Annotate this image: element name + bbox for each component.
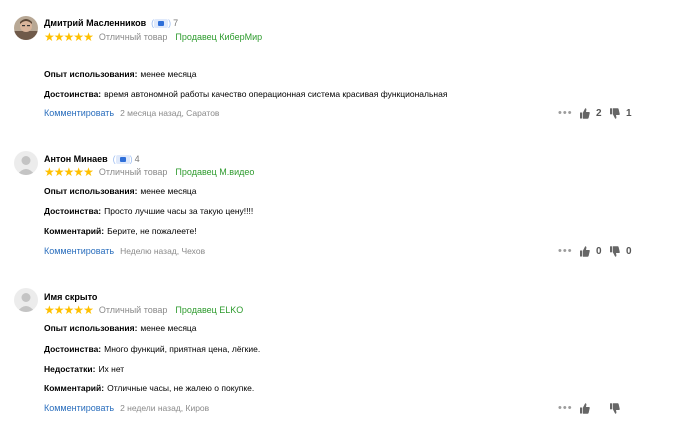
comment-value: Берите, не пожалеете! bbox=[107, 226, 197, 236]
seller-link[interactable]: Продавец КиберМир bbox=[175, 32, 262, 42]
comment-link[interactable]: Комментировать bbox=[44, 245, 114, 257]
experience-value: менее месяца bbox=[140, 69, 197, 79]
likes-count: 0 bbox=[596, 245, 602, 257]
rating-text: Отличный товар bbox=[98, 305, 168, 315]
thumbs-down-icon[interactable] bbox=[610, 402, 620, 414]
comment-label: Комментарий: bbox=[44, 226, 105, 236]
star-icon: ★ bbox=[63, 30, 75, 44]
experience-field: Опыт использования: менее месяца bbox=[44, 323, 197, 334]
review-actions: ••• 0 0 bbox=[558, 245, 640, 257]
thumbs-up-icon[interactable] bbox=[580, 402, 590, 414]
review-meta: Неделю назад, Чехов bbox=[120, 246, 206, 256]
review-meta: 2 недели назад, Киров bbox=[120, 403, 210, 413]
author-name: Имя скрыто bbox=[44, 292, 98, 302]
expert-badge-icon[interactable]: () bbox=[113, 154, 133, 164]
more-options-icon[interactable]: ••• bbox=[558, 245, 580, 257]
comment-field: Комментарий: Берите, не пожалеете! bbox=[44, 226, 197, 237]
author-name[interactable]: Дмитрий Масленников bbox=[44, 18, 146, 28]
rating-stars: ★ ★ ★ ★ ★ bbox=[44, 303, 94, 317]
rating-line: ★ ★ ★ ★ ★ Отличный товар Продавец ELKO bbox=[44, 304, 243, 316]
star-icon: ★ bbox=[83, 165, 94, 179]
star-icon: ★ bbox=[73, 30, 84, 44]
more-options-icon[interactable]: ••• bbox=[558, 107, 580, 119]
more-options-icon[interactable]: ••• bbox=[558, 402, 580, 414]
star-icon: ★ bbox=[53, 303, 65, 317]
author-line: Антон Минаев () 4 bbox=[44, 153, 140, 165]
badge-count: 4 bbox=[134, 154, 140, 164]
experience-value: менее месяца bbox=[140, 323, 197, 333]
cons-label: Недостатки: bbox=[44, 364, 96, 374]
experience-label: Опыт использования: bbox=[44, 186, 138, 196]
star-icon: ★ bbox=[44, 30, 55, 44]
author-name[interactable]: Антон Минаев bbox=[44, 154, 108, 164]
pros-value: время автономной работы качество операци… bbox=[104, 89, 448, 99]
star-icon: ★ bbox=[63, 303, 75, 317]
review-footer: Комментировать Неделю назад, Чехов bbox=[44, 245, 205, 257]
likes-count: 2 bbox=[596, 107, 602, 119]
pros-field: Достоинства: Много функций, приятная цена… bbox=[44, 344, 260, 355]
thumbs-down-icon[interactable] bbox=[610, 107, 620, 119]
comment-field: Комментарий: Отличные часы, не жалею о по… bbox=[44, 383, 254, 394]
star-icon: ★ bbox=[83, 30, 94, 44]
badge-count: 7 bbox=[173, 18, 179, 28]
photo-avatar-icon[interactable] bbox=[14, 16, 38, 40]
review-actions: ••• bbox=[558, 402, 640, 414]
pros-label: Достоинства: bbox=[44, 89, 102, 99]
rating-stars: ★ ★ ★ ★ ★ bbox=[44, 165, 94, 179]
rating-line: ★ ★ ★ ★ ★ Отличный товар Продавец М.видео bbox=[44, 166, 254, 178]
cons-value: Их нет bbox=[98, 364, 125, 374]
review-footer: Комментировать 2 месяца назад, Саратов bbox=[44, 107, 219, 119]
pros-field: Достоинства: время автономной работы каче… bbox=[44, 89, 447, 100]
thumbs-up-icon[interactable] bbox=[580, 245, 590, 257]
pros-value: Много функций, приятная цена, лёгкие. bbox=[104, 344, 261, 354]
comment-value: Отличные часы, не жалею о покупке. bbox=[107, 383, 255, 393]
star-icon: ★ bbox=[73, 303, 84, 317]
pros-label: Достоинства: bbox=[44, 206, 102, 216]
review-actions: ••• 2 1 bbox=[558, 107, 640, 119]
thumbs-down-icon[interactable] bbox=[610, 245, 620, 257]
default-avatar-icon[interactable] bbox=[14, 288, 38, 312]
dislikes-count: 0 bbox=[626, 245, 632, 257]
cons-field: Недостатки: Их нет bbox=[44, 364, 124, 375]
rating-line: ★ ★ ★ ★ ★ Отличный товар Продавец КиберМир bbox=[44, 31, 262, 43]
star-icon: ★ bbox=[83, 303, 94, 317]
comment-link[interactable]: Комментировать bbox=[44, 402, 114, 414]
star-icon: ★ bbox=[53, 165, 65, 179]
pros-field: Достоинства: Просто лучшие часы за такую … bbox=[44, 206, 253, 217]
thumbs-up-icon[interactable] bbox=[580, 107, 590, 119]
pros-label: Достоинства: bbox=[44, 344, 102, 354]
seller-link[interactable]: Продавец ELKO bbox=[175, 305, 243, 315]
author-line: Дмитрий Масленников () 7 bbox=[44, 17, 178, 29]
rating-stars: ★ ★ ★ ★ ★ bbox=[44, 30, 94, 44]
star-icon: ★ bbox=[73, 165, 84, 179]
author-line: Имя скрыто bbox=[44, 291, 97, 303]
star-icon: ★ bbox=[63, 165, 75, 179]
star-icon: ★ bbox=[44, 165, 55, 179]
experience-label: Опыт использования: bbox=[44, 69, 138, 79]
experience-field: Опыт использования: менее месяца bbox=[44, 186, 197, 197]
star-icon: ★ bbox=[44, 303, 55, 317]
review-meta: 2 месяца назад, Саратов bbox=[120, 108, 220, 118]
comment-label: Комментарий: bbox=[44, 383, 105, 393]
seller-link[interactable]: Продавец М.видео bbox=[175, 167, 254, 177]
pros-value: Просто лучшие часы за такую цену!!!! bbox=[104, 206, 254, 216]
comment-link[interactable]: Комментировать bbox=[44, 107, 114, 119]
star-icon: ★ bbox=[53, 30, 65, 44]
default-avatar-icon[interactable] bbox=[14, 151, 38, 175]
rating-text: Отличный товар bbox=[98, 167, 168, 177]
expert-badge-icon[interactable]: () bbox=[151, 18, 171, 28]
experience-value: менее месяца bbox=[140, 186, 197, 196]
review-footer: Комментировать 2 недели назад, Киров bbox=[44, 402, 209, 414]
rating-text: Отличный товар bbox=[98, 32, 168, 42]
experience-field: Опыт использования: менее месяца bbox=[44, 69, 197, 80]
dislikes-count: 1 bbox=[626, 107, 632, 119]
experience-label: Опыт использования: bbox=[44, 323, 138, 333]
